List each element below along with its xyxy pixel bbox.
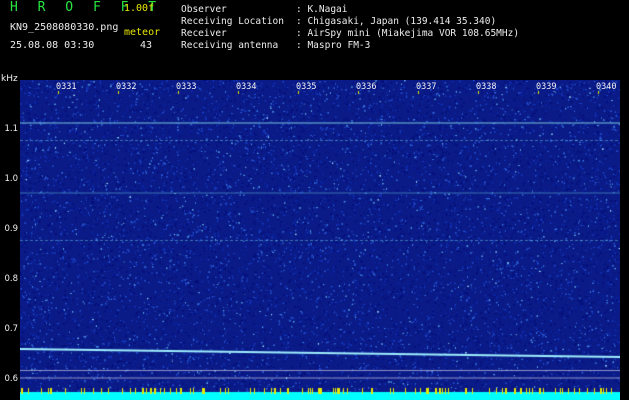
antenna-value: : Maspro FM-3 xyxy=(296,40,371,51)
filename-label: KN9_2508080330.png xyxy=(10,22,119,33)
header-panel: H R O F F T 1.00f KN9_2508080330.png met… xyxy=(0,0,629,80)
antenna-label: Receiving antenna xyxy=(181,40,279,51)
x-tick-label: 0333 xyxy=(176,82,197,92)
y-tick-label: 0.9 xyxy=(4,224,18,234)
x-tick-label: 0337 xyxy=(416,82,437,92)
count-value: 43 xyxy=(140,40,153,51)
y-tick-label: 1.0 xyxy=(4,174,18,184)
datetime-label: 25.08.08 03:30 xyxy=(10,40,95,51)
spectrogram-canvas[interactable] xyxy=(20,80,620,400)
frequency-axis: 1.1 1.0 0.9 0.8 0.7 0.6 xyxy=(0,80,20,400)
x-tick-label: 0331 xyxy=(56,82,77,92)
observer-value: : K.Nagai xyxy=(296,4,348,15)
count-label: meteor xyxy=(124,27,161,38)
x-tick-label: 0334 xyxy=(236,82,257,92)
x-tick-label: 0338 xyxy=(476,82,497,92)
x-tick-label: 0340 xyxy=(596,82,617,92)
location-label: Receiving Location xyxy=(181,16,284,27)
y-tick-label: 0.8 xyxy=(4,274,18,284)
y-tick-label: 1.1 xyxy=(4,124,18,134)
x-tick-label: 0335 xyxy=(296,82,317,92)
version-label: 1.00f xyxy=(124,3,155,14)
x-tick-label: 0336 xyxy=(356,82,377,92)
x-tick-label: 0332 xyxy=(116,82,137,92)
receiver-label: Receiver xyxy=(181,28,227,39)
y-tick-label: 0.6 xyxy=(4,374,18,384)
x-tick-label: 0339 xyxy=(536,82,557,92)
observer-label: Observer xyxy=(181,4,227,15)
receiver-value: : AirSpy mini (Miakejima VOR 108.65MHz) xyxy=(296,28,520,39)
right-margin xyxy=(620,80,629,400)
location-value: : Chigasaki, Japan (139.414 35.340) xyxy=(296,16,497,27)
y-tick-label: 0.7 xyxy=(4,324,18,334)
